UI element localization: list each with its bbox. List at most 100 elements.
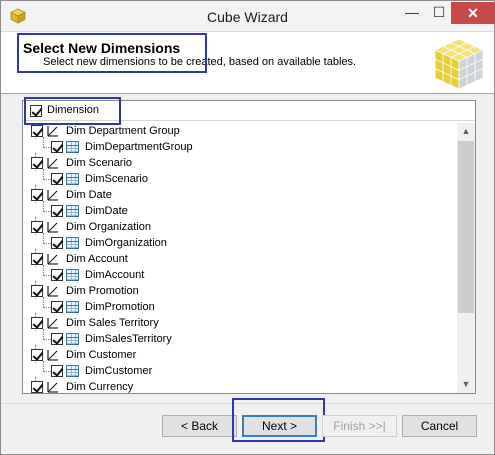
table-icon — [66, 173, 79, 185]
dimension-icon — [46, 188, 60, 202]
scroll-up-button[interactable]: ▲ — [457, 123, 475, 140]
tree-connector — [43, 211, 51, 212]
dimension-label: Dim Department Group — [66, 125, 180, 137]
close-button[interactable]: ✕ — [451, 2, 495, 24]
tree-connector — [43, 169, 44, 179]
dimension-checkbox[interactable] — [31, 253, 43, 265]
tree-connector — [43, 329, 44, 339]
title-bar: Cube Wizard — ☐ ✕ — [1, 1, 495, 32]
dimension-label: Dim Account — [66, 253, 128, 265]
table-checkbox[interactable] — [51, 173, 63, 185]
table-checkbox[interactable] — [51, 205, 63, 217]
dimension-label: Dim Customer — [66, 349, 137, 361]
table-row[interactable]: DimSalesTerritory — [23, 329, 457, 347]
dimension-label: Dim Scenario — [66, 157, 133, 169]
table-icon — [66, 205, 79, 217]
dimension-icon — [46, 316, 60, 330]
dimension-label: Dim Promotion — [66, 285, 139, 297]
tree-connector — [43, 265, 44, 275]
tree-list: Dim Department Group DimDepartmentGroup Di… — [23, 123, 457, 393]
next-highlight-box — [232, 398, 325, 442]
dimension-icon — [46, 220, 60, 234]
dimension-checkbox[interactable] — [31, 381, 43, 393]
tree-connector — [43, 275, 51, 276]
header-highlight-box — [17, 33, 207, 73]
dimension-checkbox[interactable] — [31, 157, 43, 169]
dimension-row[interactable]: Dim Customer — [23, 345, 457, 363]
wizard-header: Select New Dimensions Select new dimensi… — [1, 32, 494, 94]
finish-button[interactable]: Finish >>| — [322, 415, 397, 437]
cancel-button[interactable]: Cancel — [402, 415, 477, 437]
table-row[interactable]: DimOrganization — [23, 233, 457, 251]
table-icon — [66, 269, 79, 281]
dimension-checkbox[interactable] — [31, 349, 43, 361]
table-label: DimDepartmentGroup — [85, 141, 193, 153]
dimension-checkbox[interactable] — [31, 125, 43, 137]
dimension-row[interactable]: Dim Scenario — [23, 153, 457, 171]
dimension-label: Dim Organization — [66, 221, 151, 233]
table-checkbox[interactable] — [51, 237, 63, 249]
dimension-icon — [46, 252, 60, 266]
table-icon — [66, 365, 79, 377]
scroll-down-button[interactable]: ▼ — [457, 376, 475, 393]
tree-connector — [43, 179, 51, 180]
vertical-scrollbar[interactable]: ▲ ▼ — [457, 123, 475, 393]
table-icon — [66, 301, 79, 313]
dimension-row[interactable]: Dim Promotion — [23, 281, 457, 299]
table-label: DimDate — [85, 205, 128, 217]
dimension-row[interactable]: Dim Account — [23, 249, 457, 267]
table-label: DimPromotion — [85, 301, 155, 313]
tree-connector — [43, 339, 51, 340]
dimension-checkbox[interactable] — [31, 317, 43, 329]
table-label: DimScenario — [85, 173, 148, 185]
minimize-button[interactable]: — — [399, 2, 425, 24]
table-icon — [66, 237, 79, 249]
tree-connector — [43, 137, 44, 147]
maximize-button[interactable]: ☐ — [426, 2, 452, 24]
finish-button-label: Finish >>| — [333, 419, 386, 433]
dimension-tree[interactable]: Dimension Dim Department Group DimDepartm… — [22, 97, 476, 394]
table-checkbox[interactable] — [51, 141, 63, 153]
table-label: DimOrganization — [85, 237, 167, 249]
scroll-thumb[interactable] — [458, 141, 474, 313]
table-label: DimCustomer — [85, 365, 153, 377]
cancel-button-label: Cancel — [420, 419, 459, 433]
tree-connector — [43, 201, 44, 211]
table-checkbox[interactable] — [51, 269, 63, 281]
dimension-icon — [46, 284, 60, 298]
table-row[interactable]: DimDate — [23, 201, 457, 219]
dimension-checkbox[interactable] — [31, 221, 43, 233]
dimension-checkbox[interactable] — [31, 285, 43, 297]
table-row[interactable]: DimAccount — [23, 265, 457, 283]
tree-connector — [43, 243, 51, 244]
table-label: DimAccount — [85, 269, 145, 281]
tree-connector — [43, 307, 51, 308]
table-row[interactable]: DimDepartmentGroup — [23, 137, 457, 155]
tree-connector — [43, 371, 51, 372]
dimension-icon — [46, 380, 60, 393]
dimension-label: Dim Sales Territory — [66, 317, 159, 329]
dimension-row[interactable]: Dim Date — [23, 185, 457, 203]
table-row[interactable]: DimScenario — [23, 169, 457, 187]
tree-connector — [43, 297, 44, 307]
root-highlight-box — [24, 97, 121, 125]
dimension-icon — [46, 124, 60, 138]
table-icon — [66, 141, 79, 153]
dimension-row[interactable]: Dim Currency — [23, 377, 457, 393]
cube-wizard-window: Cube Wizard — ☐ ✕ Select New Dimensions … — [0, 0, 495, 455]
dimension-row[interactable]: Dim Department Group — [23, 123, 457, 139]
tree-connector — [43, 233, 44, 243]
table-label: DimSalesTerritory — [85, 333, 172, 345]
table-row[interactable]: DimCustomer — [23, 361, 457, 379]
dimension-row[interactable]: Dim Sales Territory — [23, 313, 457, 331]
dimension-checkbox[interactable] — [31, 189, 43, 201]
dimension-row[interactable]: Dim Organization — [23, 217, 457, 235]
table-checkbox[interactable] — [51, 301, 63, 313]
table-checkbox[interactable] — [51, 365, 63, 377]
dimension-label: Dim Currency — [66, 381, 134, 393]
dimension-icon — [46, 156, 60, 170]
table-row[interactable]: DimPromotion — [23, 297, 457, 315]
cube-graphic-icon — [434, 38, 484, 90]
back-button[interactable]: < Back — [162, 415, 237, 437]
table-checkbox[interactable] — [51, 333, 63, 345]
